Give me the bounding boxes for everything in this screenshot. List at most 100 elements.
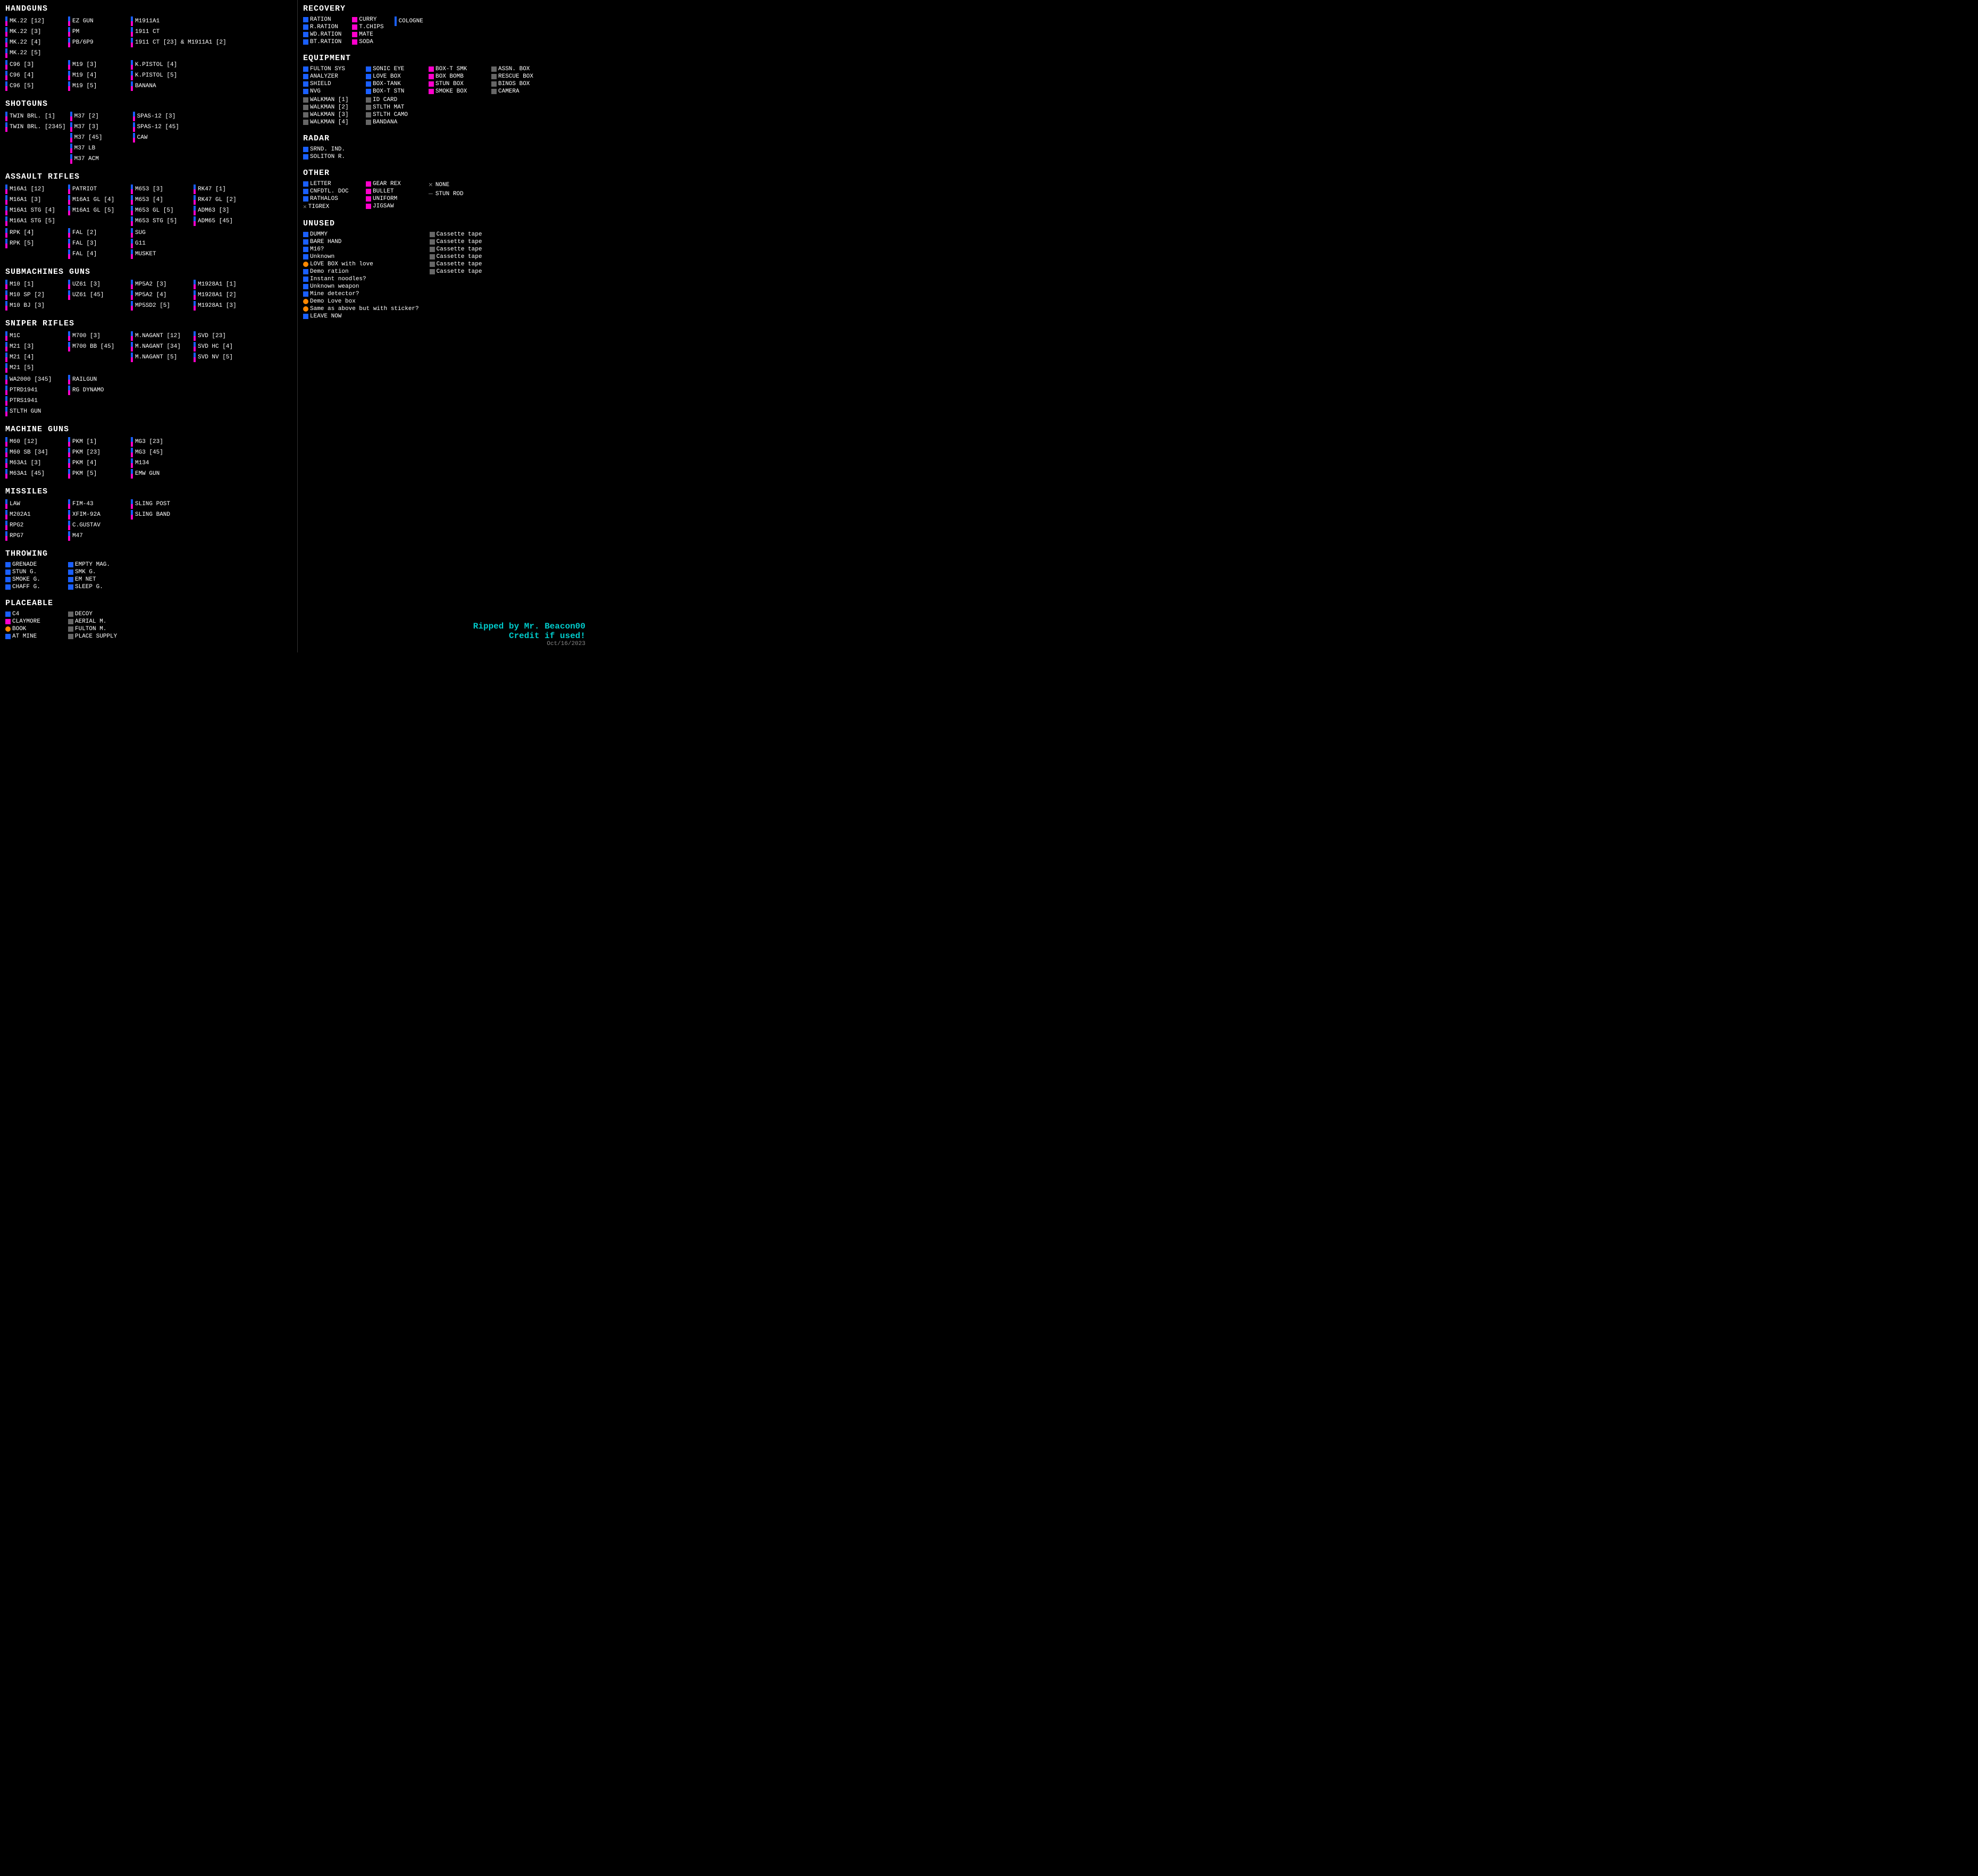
unused-grid: DUMMY BARE HAND M16? Unknown: [303, 231, 588, 321]
list-item: Unknown weapon: [303, 283, 419, 290]
list-item: EMPTY MAG.: [68, 562, 127, 568]
list-item: RPG7: [5, 531, 64, 541]
equip-col-5: WALKMAN [1] WALKMAN [2] WALKMAN [3] WALK…: [303, 97, 362, 127]
list-item: WALKMAN [1]: [303, 97, 362, 103]
list-item: M16A1 [12]: [5, 185, 64, 194]
list-item: RAILGUN: [68, 375, 127, 384]
list-item: MK.22 [3]: [5, 27, 64, 37]
placeable-col-1: C4 CLAYMORE BOOK AT MINE: [5, 611, 64, 641]
unused-title: UNUSED: [303, 219, 588, 228]
machine-guns-title: MACHINE GUNS: [5, 425, 292, 434]
list-item: Cassette tape: [430, 239, 482, 245]
list-item: C4: [5, 611, 64, 617]
recovery-section: RECOVERY RATION R.RATION WD.RATION: [303, 4, 588, 46]
list-item: ID CARD: [366, 97, 424, 103]
list-item: BOOK: [5, 626, 64, 632]
list-item: WALKMAN [4]: [303, 119, 362, 125]
smg-col-1: M10 [1] M10 SP [2] M10 BJ [3]: [5, 280, 64, 312]
list-item: M653 [4]: [131, 195, 189, 205]
list-item: 1911 CT: [131, 27, 227, 37]
list-item: WALKMAN [2]: [303, 104, 362, 111]
throwing-col-1: GRENADE STUN G. SMOKE G. CHAFF G.: [5, 562, 64, 591]
claymore-label: CLAYMORE: [12, 618, 40, 625]
handguns-col-6: K.PISTOL [4] K.PISTOL [5] BANANA: [131, 60, 189, 92]
list-item: UNIFORM: [366, 196, 424, 202]
list-item: STUN G.: [5, 569, 64, 575]
equip-col-1: FULTON SYS ANALYZER SHIELD NVG: [303, 66, 362, 96]
list-item: WA2000 [345]: [5, 375, 64, 384]
list-item: RPG2: [5, 521, 64, 530]
list-item: M700 BB [45]: [68, 342, 127, 351]
list-item: MG3 [23]: [131, 437, 189, 447]
list-item: M47: [68, 531, 127, 541]
list-item: SHIELD: [303, 81, 362, 87]
list-item: G11: [131, 239, 189, 248]
list-item: MK.22 [4]: [5, 38, 64, 47]
radar-section: RADAR SRND. IND. SOLITON R.: [303, 134, 588, 161]
list-item: RPK [4]: [5, 228, 64, 238]
list-item: M19 [3]: [68, 60, 127, 70]
list-item: Cassette tape: [430, 261, 482, 267]
list-item: PTRD1941: [5, 386, 64, 395]
list-item: M1911A1: [131, 16, 227, 26]
list-item: M60 [12]: [5, 437, 64, 447]
list-item: SRND. IND.: [303, 146, 362, 153]
handguns-title: HANDGUNS: [5, 4, 292, 13]
list-item: PKM [1]: [68, 437, 127, 447]
equipment-title: EQUIPMENT: [303, 54, 588, 63]
shotguns-col-3: SPAS-12 [3] SPAS-12 [45] CAW: [133, 112, 191, 165]
list-item: ASSN. BOX: [491, 66, 550, 72]
list-item: FULTON M.: [68, 626, 127, 632]
list-item: M37 LB: [70, 144, 129, 153]
list-item: UZ61 [3]: [68, 280, 127, 289]
list-item: SVD HC [4]: [194, 342, 252, 351]
list-item: ✕ TIGREX: [303, 203, 362, 211]
list-item: PKM [23]: [68, 448, 127, 457]
missiles-col-2: FIM-43 XFIM-92A C.GUSTAV M47: [68, 499, 127, 542]
sniper-title: SNIPER RIFLES: [5, 319, 292, 328]
list-item: FAL [3]: [68, 239, 127, 248]
other-col-2: GEAR REX BULLET UNIFORM JIGSAW: [366, 181, 424, 212]
handguns-grid: MK.22 [12] MK.22 [3] MK.22 [4] MK.22 [5]: [5, 16, 292, 92]
list-item: STUN BOX: [429, 81, 487, 87]
other-col-3: ✕ NONE — STUN ROD: [429, 181, 487, 212]
list-item: Mine detector?: [303, 291, 419, 297]
list-item: M19 [4]: [68, 71, 127, 80]
missiles-col-3: SLING POST SLING BAND: [131, 499, 189, 542]
assault-col-4: RK47 [1] RK47 GL [2] ADM63 [3] ADM65 [45…: [194, 185, 252, 227]
assault-col-7: SUG G11 MUSKET: [131, 228, 189, 260]
list-item: BOX-T STN: [366, 88, 424, 95]
list-item: R.RATION: [303, 24, 341, 30]
list-item: RK47 GL [2]: [194, 195, 252, 205]
list-item: C96 [4]: [5, 71, 64, 80]
list-item: M134: [131, 458, 189, 468]
machine-guns-section: MACHINE GUNS M60 [12] M60 SB [34] M63A1 …: [5, 425, 292, 480]
curry-label: CURRY: [359, 16, 376, 23]
footer: Ripped by Mr. Beacon00 Credit if used! O…: [473, 622, 585, 647]
list-item: CAW: [133, 133, 191, 143]
list-item: M21 [5]: [5, 363, 64, 373]
list-item: M16A1 GL [4]: [68, 195, 127, 205]
unused-right: Cassette tape Cassette tape Cassette tap…: [430, 231, 482, 321]
list-item: STLTH MAT: [366, 104, 424, 111]
list-item: PLACE SUPPLY: [68, 633, 127, 640]
list-item: XFIM-92A: [68, 510, 127, 520]
list-item: K.PISTOL [4]: [131, 60, 189, 70]
list-item: NVG: [303, 88, 362, 95]
list-item: CLAYMORE: [5, 618, 64, 625]
list-item: MP5SD2 [5]: [131, 301, 189, 311]
sniper-col-6: RAILGUN RG DYNAMO: [68, 375, 127, 417]
list-item: M.NAGANT [12]: [131, 331, 189, 341]
list-item: GRENADE: [5, 562, 64, 568]
unused-section: UNUSED DUMMY BARE HAND M16?: [303, 219, 588, 321]
list-item: AT MINE: [5, 633, 64, 640]
assault-col-5: RPK [4] RPK [5]: [5, 228, 64, 260]
shotguns-section: SHOTGUNS TWIN BRL. [1] TWIN BRL. [2345]: [5, 99, 292, 165]
list-item: Demo Love box: [303, 298, 419, 305]
list-item: LOVE BOX: [366, 73, 424, 80]
list-item: WD.RATION: [303, 31, 341, 38]
list-item: SVD [23]: [194, 331, 252, 341]
mg-col-3: MG3 [23] MG3 [45] M134 EMW GUN: [131, 437, 189, 480]
list-item: LEAVE NOW: [303, 313, 419, 320]
list-item: M10 BJ [3]: [5, 301, 64, 311]
